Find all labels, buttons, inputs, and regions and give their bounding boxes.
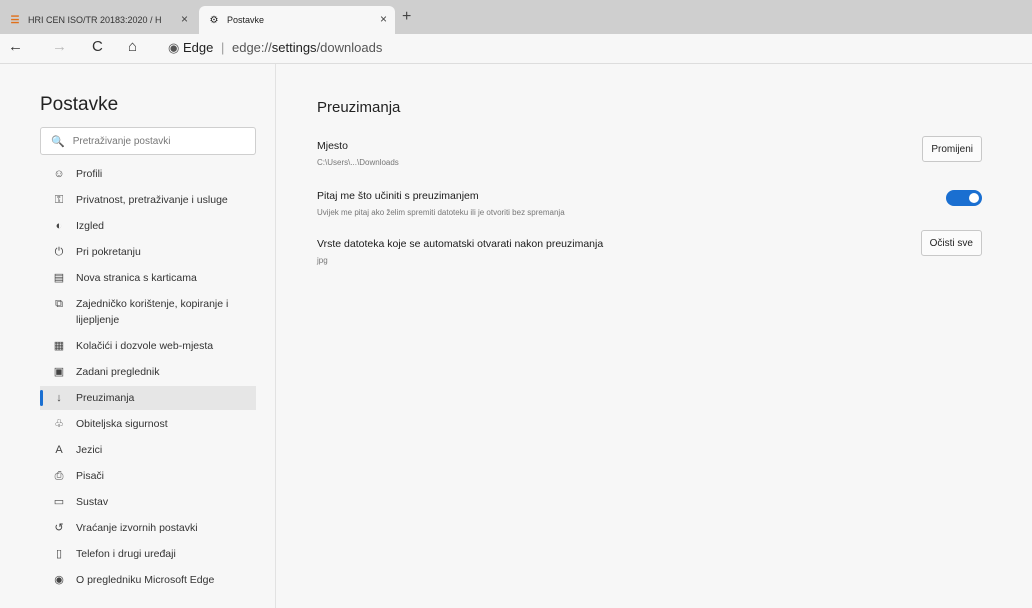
search-placeholder: Pretraživanje postavki: [72, 135, 171, 147]
sidebar-item-label: Nova stranica s karticama: [76, 272, 197, 284]
address-brand: Edge: [182, 40, 214, 55]
sidebar-item-label: Kolačići i dozvole web-mjesta: [76, 340, 214, 352]
sidebar-item[interactable]: ↓ Preuzimanja: [40, 386, 256, 410]
sidebar-item[interactable]: ▣ Zadani preglednik: [40, 360, 256, 384]
settings-sidebar: Postavke 🔍 Pretraživanje postavki ☺ Profi…: [0, 64, 276, 608]
toolbar: ← → C ⌂ ◉ Edge | edge://settings/downloa…: [0, 34, 1032, 64]
tab-postavke[interactable]: ⚙ Postavke ×: [199, 6, 395, 34]
main-content: Preuzimanja Mjesto C:\Users\...\Download…: [277, 64, 1032, 608]
tab-title: Postavke: [227, 15, 265, 25]
new-tab-button[interactable]: +: [402, 8, 411, 26]
filetypes-label: Vrste datoteka koje se automatski otvara…: [317, 238, 604, 250]
edge-icon: ◉: [168, 40, 180, 55]
page-title: Preuzimanja: [317, 99, 401, 116]
ask-setting: Pitaj me što učiniti s preuzimanjem Uvij…: [317, 190, 982, 217]
sidebar-item-label: Telefon i drugi uređaji: [76, 548, 176, 560]
hri-logo-icon: ☰: [10, 14, 20, 26]
home-button[interactable]: ⌂: [128, 38, 137, 55]
sidebar-item-label: Vraćanje izvornih postavki: [76, 522, 198, 534]
close-icon[interactable]: ×: [380, 12, 387, 26]
sidebar-item-label: Profili: [76, 168, 103, 180]
sidebar-item[interactable]: ⚿ Privatnost, pretraživanje i usluge: [40, 188, 256, 212]
reset-icon: ↺: [54, 522, 64, 534]
languages-icon: A: [55, 444, 63, 456]
location-value: C:\Users\...\Downloads: [317, 158, 399, 167]
filetypes-value: jpg: [317, 256, 328, 265]
ask-label: Pitaj me što učiniti s preuzimanjem: [317, 190, 479, 202]
address-bar[interactable]: ◉ Edge | edge://settings/downloads: [168, 40, 382, 56]
sidebar-item[interactable]: ▦ Kolačići i dozvole web-mjesta: [40, 334, 256, 358]
ask-description: Uvijek me pitaj ako želim spremiti datot…: [317, 208, 565, 217]
close-icon[interactable]: ×: [181, 12, 188, 26]
sidebar-item-label: O pregledniku Microsoft Edge: [76, 574, 215, 586]
sidebar-item-label: Privatnost, pretraživanje i usluge: [76, 194, 228, 206]
sidebar-item-label: Pisači: [76, 470, 105, 482]
location-setting: Mjesto C:\Users\...\Downloads Promijeni: [317, 136, 982, 167]
system-icon: ▭: [53, 496, 65, 508]
power-icon: ⏻: [54, 246, 64, 258]
sidebar-menu: ☺ Profili ⚿ Privatnost, pretraživanje i usl…: [40, 162, 256, 594]
sidebar-item-label: Jezici: [76, 444, 103, 456]
filetypes-setting: Vrste datoteka koje se automatski otvara…: [317, 230, 982, 265]
gear-icon: ⚙: [209, 14, 219, 26]
sidebar-item-label: Zadani preglednik: [76, 366, 160, 378]
toggle-knob: [969, 193, 979, 203]
sidebar-title: Postavke: [40, 94, 119, 115]
sidebar-item-label: Pri pokretanju: [76, 246, 141, 258]
sidebar-item-label: Sustav: [76, 496, 109, 508]
sidebar-item-label: Zajedničko korištenje, kopiranje i lijep…: [76, 298, 229, 326]
back-button[interactable]: ←: [8, 38, 23, 55]
refresh-button[interactable]: C: [92, 38, 103, 55]
address-path-rest: /downloads: [316, 40, 383, 55]
sidebar-item-label: Izgled: [76, 220, 105, 232]
tab-strip: ☰ HRI CEN ISO/TR 20183:2020 / H × ⚙ Post…: [0, 0, 1032, 34]
printer-icon: ⎙: [54, 470, 64, 482]
address-separator: |: [220, 40, 225, 55]
family-icon: ♧: [54, 418, 64, 430]
sidebar-item[interactable]: ☺ Profili: [40, 162, 256, 186]
search-icon: 🔍: [51, 135, 65, 148]
sidebar-item[interactable]: ◉ O pregledniku Microsoft Edge: [40, 568, 256, 592]
search-input[interactable]: 🔍 Pretraživanje postavki: [40, 127, 256, 155]
sidebar-item[interactable]: ◐ Izgled: [40, 214, 256, 238]
cookies-icon: ▦: [53, 340, 65, 352]
clear-all-button[interactable]: Očisti sve: [920, 230, 982, 256]
sidebar-item[interactable]: A Jezici: [40, 438, 256, 462]
profile-icon: ☺: [53, 168, 65, 180]
location-label: Mjesto: [317, 140, 348, 152]
sidebar-item-label: Preuzimanja: [76, 392, 135, 404]
sidebar-item[interactable]: ⎙ Pisači: [40, 464, 256, 488]
ask-toggle[interactable]: [946, 190, 982, 206]
default-browser-icon: ▣: [53, 366, 65, 378]
address-prefix: edge://: [231, 40, 272, 55]
sidebar-item-label: Obiteljska sigurnost: [76, 418, 168, 430]
sidebar-item[interactable]: ▭ Sustav: [40, 490, 256, 514]
newtab-page-icon: ▤: [53, 272, 65, 284]
lock-icon: ⚿: [54, 194, 64, 206]
tab-title: HRI CEN ISO/TR 20183:2020 / H: [28, 15, 162, 25]
tab-hri[interactable]: ☰ HRI CEN ISO/TR 20183:2020 / H ×: [0, 6, 198, 34]
share-icon: ⧉: [55, 298, 63, 310]
change-location-button[interactable]: Promijeni: [922, 136, 982, 162]
sidebar-item[interactable]: ♧ Obiteljska sigurnost: [40, 412, 256, 436]
download-icon: ↓: [56, 392, 62, 404]
sidebar-item[interactable]: ⏻ Pri pokretanju: [40, 240, 256, 264]
phone-icon: ▯: [55, 548, 63, 560]
sidebar-item[interactable]: ↺ Vraćanje izvornih postavki: [40, 516, 256, 540]
sidebar-item[interactable]: ▯ Telefon i drugi uređaji: [40, 542, 256, 566]
forward-button[interactable]: →: [52, 38, 67, 55]
sidebar-item[interactable]: ⧉ Zajedničko korištenje, kopiranje i lije…: [40, 292, 256, 332]
sidebar-item[interactable]: ▤ Nova stranica s karticama: [40, 266, 256, 290]
edge-icon: ◉: [54, 574, 64, 586]
address-path-bold: settings: [271, 40, 317, 55]
appearance-icon: ◐: [55, 220, 63, 232]
